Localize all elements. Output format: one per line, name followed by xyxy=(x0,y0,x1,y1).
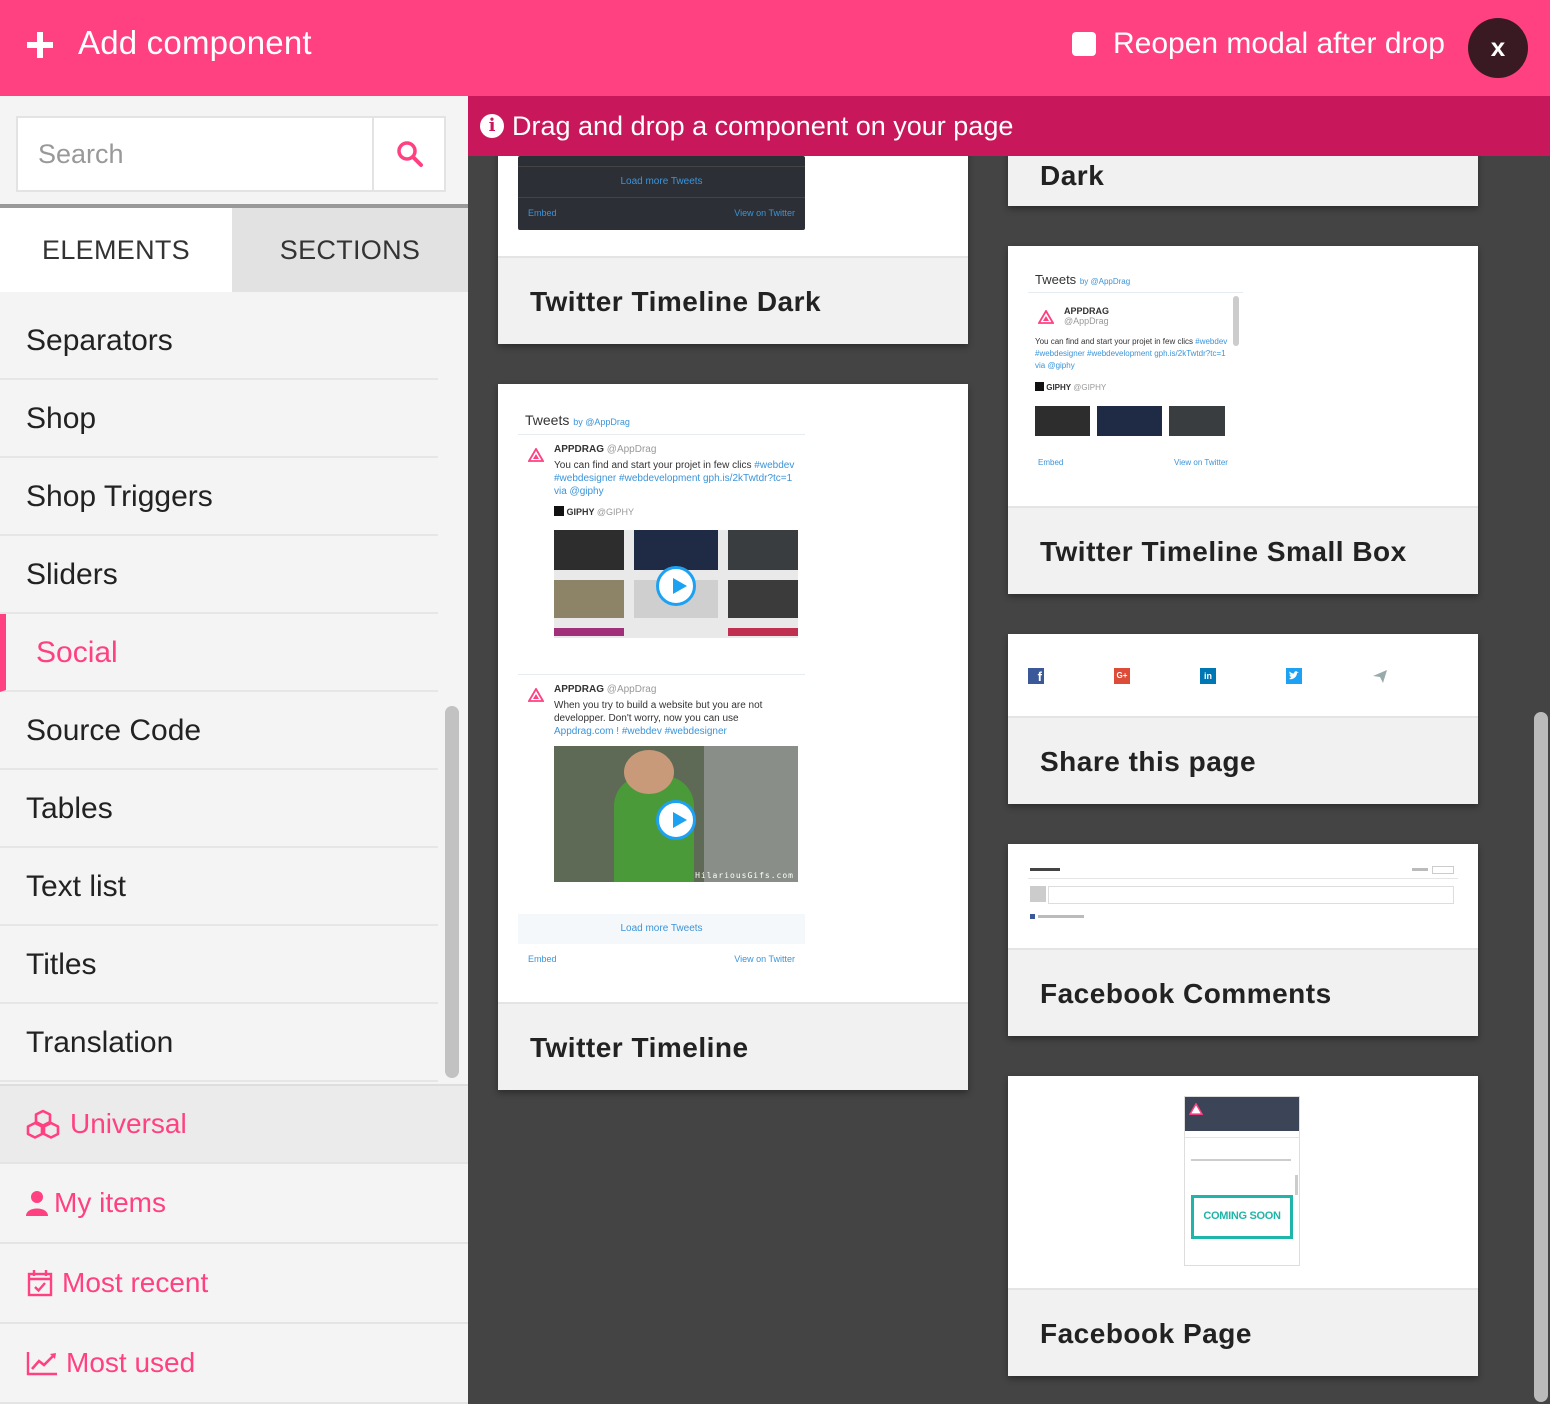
play-icon xyxy=(656,566,696,606)
card-title: Share this page xyxy=(1008,716,1478,804)
nav-most-recent[interactable]: Most recent xyxy=(0,1244,468,1324)
facebook-icon: f xyxy=(1028,668,1044,684)
calendar-icon xyxy=(26,1266,54,1300)
category-scrollbar[interactable] xyxy=(445,706,459,1078)
nav-universal-label: Universal xyxy=(70,1108,187,1139)
close-button[interactable]: x xyxy=(1468,18,1528,78)
modal-header: Add component Reopen modal after drop x xyxy=(0,0,1550,96)
send-icon xyxy=(1373,670,1387,683)
category-social[interactable]: Social xyxy=(0,614,438,692)
preview-load-more: Load more Tweets xyxy=(518,914,805,944)
preview-embed: Embed xyxy=(528,208,557,218)
twitter-icon xyxy=(1286,668,1302,684)
appdrag-logo-icon xyxy=(528,688,544,702)
tab-elements[interactable]: ELEMENTS xyxy=(0,208,232,292)
sidebar: ELEMENTS SECTIONS Separators Shop Shop T… xyxy=(0,96,468,1404)
google-plus-icon: G+ xyxy=(1114,668,1130,684)
preview-tweets-heading: Tweets by @AppDrag xyxy=(525,412,630,428)
reopen-modal-checkbox[interactable] xyxy=(1072,32,1096,56)
preview-embed: Embed xyxy=(528,954,557,964)
play-icon xyxy=(656,800,696,840)
card-title: Twitter Timeline xyxy=(498,1002,968,1090)
card-title: Facebook Comments xyxy=(1008,948,1478,1036)
category-source-code[interactable]: Source Code xyxy=(0,692,438,770)
category-sliders[interactable]: Sliders xyxy=(0,536,438,614)
preview-giphy: GIPHY @GIPHY xyxy=(554,506,634,517)
appdrag-logo-icon xyxy=(1038,310,1054,324)
preview-dark-timeline: Load more Tweets Embed View on Twitter xyxy=(518,156,805,230)
preview-tweet-author: APPDRAG @AppDrag xyxy=(554,444,657,455)
preview-twitter-small: Tweets by @AppDrag APPDRAG @AppDrag You c… xyxy=(1028,266,1243,476)
card-title: Twitter Timeline Dark xyxy=(498,256,968,344)
tab-sections[interactable]: SECTIONS xyxy=(232,208,468,292)
card-share-this-page[interactable]: f G+ in Share this page xyxy=(1008,634,1478,804)
component-gallery: i Drag and drop a component on your page… xyxy=(468,96,1550,1404)
preview-gif-grid xyxy=(554,530,798,638)
nav-most-used[interactable]: Most used xyxy=(0,1324,468,1404)
category-tables[interactable]: Tables xyxy=(0,770,438,848)
user-icon xyxy=(26,1186,48,1220)
preview-gif: HilariousGifs.com xyxy=(554,746,798,882)
preview-view-on-twitter: View on Twitter xyxy=(734,208,795,218)
nav-my-items[interactable]: My items xyxy=(0,1164,468,1244)
component-tabs: ELEMENTS SECTIONS xyxy=(0,208,468,292)
card-twitter-timeline[interactable]: Tweets by @AppDrag APPDRAG @AppDrag You … xyxy=(498,384,968,1090)
info-icon: i xyxy=(480,114,504,138)
preview-share-icons: f G+ in xyxy=(1008,634,1478,714)
appdrag-logo-icon xyxy=(528,448,544,462)
card-facebook-comments[interactable]: Facebook Comments xyxy=(1008,844,1478,1036)
modal-title: Add component xyxy=(78,24,312,61)
drag-drop-banner: i Drag and drop a component on your page xyxy=(468,96,1550,156)
banner-text: Drag and drop a component on your page xyxy=(512,111,1014,141)
nav-my-items-label: My items xyxy=(54,1187,166,1218)
preview-tweet-text: When you try to build a website but you … xyxy=(554,700,763,737)
preview-twitter-timeline: Tweets by @AppDrag APPDRAG @AppDrag You … xyxy=(518,404,805,974)
nav-universal[interactable]: Universal xyxy=(0,1084,468,1164)
search-input[interactable] xyxy=(16,116,374,192)
nav-most-used-label: Most used xyxy=(66,1347,196,1378)
preview-fb-page: COMING SOON xyxy=(1184,1096,1300,1266)
category-shop-triggers[interactable]: Shop Triggers xyxy=(0,458,438,536)
nav-most-recent-label: Most recent xyxy=(62,1267,209,1298)
preview-load-more: Load more Tweets xyxy=(518,166,805,198)
category-shop[interactable]: Shop xyxy=(0,380,438,458)
card-title: Twitter Timeline Small Box xyxy=(1008,506,1478,594)
preview-fb-comments xyxy=(1028,864,1458,934)
category-translation[interactable]: Translation xyxy=(0,1004,438,1082)
cubes-icon xyxy=(26,1107,60,1141)
line-chart-icon xyxy=(26,1346,58,1380)
bottom-nav: Universal My items Most recent Most used xyxy=(0,1084,468,1404)
preview-tweet-text: You can find and start your projet in fe… xyxy=(554,460,795,497)
search-icon xyxy=(397,141,423,167)
search-button[interactable] xyxy=(374,116,446,192)
gallery-scrollbar[interactable] xyxy=(1534,712,1548,1402)
category-text-list[interactable]: Text list xyxy=(0,848,438,926)
card-twitter-timeline-dark[interactable]: Load more Tweets Embed View on Twitter T… xyxy=(498,126,968,344)
preview-tweet-author: APPDRAG @AppDrag xyxy=(554,684,657,695)
plus-icon xyxy=(26,26,54,62)
preview-view-on-twitter: View on Twitter xyxy=(734,954,795,964)
category-titles[interactable]: Titles xyxy=(0,926,438,1004)
card-facebook-page[interactable]: COMING SOON Facebook Page xyxy=(1008,1076,1478,1376)
card-title: Facebook Page xyxy=(1008,1288,1478,1376)
search-bar xyxy=(0,96,468,208)
category-list: Separators Shop Shop Triggers Sliders So… xyxy=(0,302,438,1082)
appdrag-logo-icon xyxy=(1189,1103,1203,1115)
linkedin-icon: in xyxy=(1200,668,1216,684)
category-separators[interactable]: Separators xyxy=(0,302,438,380)
reopen-modal-label[interactable]: Reopen modal after drop xyxy=(1113,27,1445,61)
card-twitter-timeline-small-box[interactable]: Tweets by @AppDrag APPDRAG @AppDrag You c… xyxy=(1008,246,1478,594)
